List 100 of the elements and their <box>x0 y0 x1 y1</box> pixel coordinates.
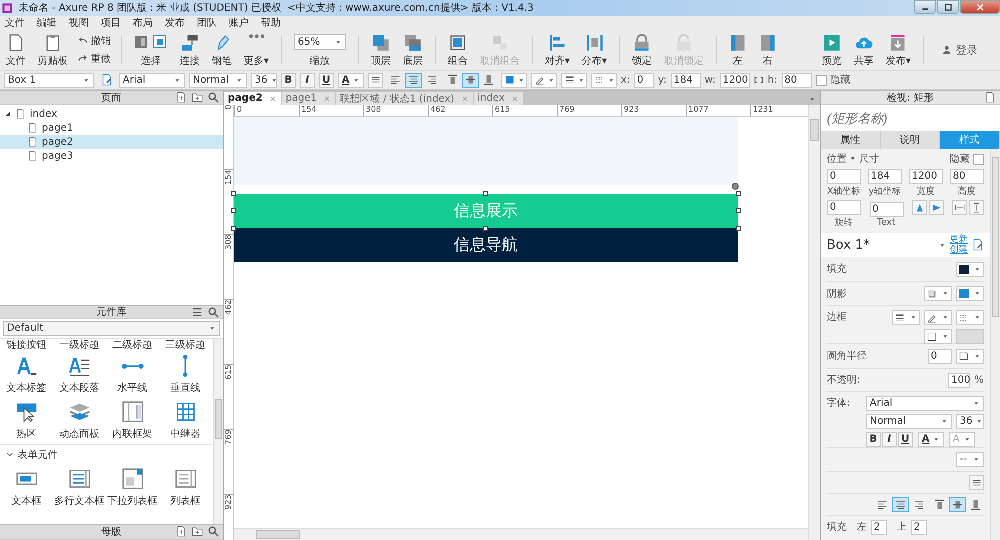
text-style-button[interactable]: U <box>319 72 334 88</box>
style-link[interactable]: 创建 <box>950 245 968 255</box>
position-field[interactable]: 184 <box>868 169 902 184</box>
bullets-button[interactable] <box>969 475 984 490</box>
border-color-button[interactable] <box>924 310 952 325</box>
document-tab[interactable]: page1 <box>282 92 336 105</box>
menu-item[interactable]: 布局 <box>132 16 154 30</box>
padding-field[interactable]: 2 <box>871 520 887 534</box>
resize-handle[interactable] <box>736 226 741 231</box>
page-tree-item[interactable]: page1 <box>0 121 223 135</box>
fill-color-button[interactable] <box>501 72 527 88</box>
widget-item[interactable]: 内联框架 <box>106 401 159 441</box>
add-page-button[interactable] <box>176 526 187 537</box>
position-field[interactable]: 1200 <box>909 169 943 184</box>
add-page-button[interactable] <box>176 92 187 103</box>
scrollbar[interactable] <box>990 149 1000 540</box>
widget-item[interactable]: 多行文本框 <box>53 468 106 508</box>
style-link[interactable]: 更新 <box>950 235 968 245</box>
library-dropdown[interactable]: Default <box>3 321 220 336</box>
opacity-field[interactable]: 100 <box>948 372 970 388</box>
corner-button[interactable] <box>956 348 984 364</box>
maximize-button[interactable] <box>937 0 959 14</box>
resize-handle[interactable] <box>483 226 488 231</box>
widget-item[interactable]: 水平线 <box>106 355 159 395</box>
menu-item[interactable]: 编辑 <box>36 16 58 30</box>
section-header[interactable]: 表单元件 <box>0 444 212 465</box>
toolbar-button[interactable]: 撤销 <box>78 34 111 48</box>
widget-item[interactable]: 文本框 <box>0 468 53 508</box>
widget-item[interactable]: 列表框 <box>159 468 212 508</box>
shadow-button[interactable] <box>924 286 952 301</box>
font-weight-dropdown[interactable]: Normal <box>866 414 952 429</box>
position-field[interactable]: 80 <box>950 169 984 184</box>
scrollbar[interactable] <box>234 528 808 540</box>
add-folder-button[interactable] <box>192 526 203 537</box>
toolbar-button[interactable]: 锁定 <box>630 32 654 68</box>
border-style-button[interactable] <box>956 310 984 325</box>
font-dropdown[interactable]: Arial <box>866 396 984 411</box>
search-button[interactable] <box>208 92 219 103</box>
hidden-checkbox[interactable] <box>816 74 827 86</box>
text-align-button[interactable] <box>892 497 909 512</box>
bullets-button[interactable] <box>368 72 383 88</box>
toolbar-button[interactable]: 发布▾ <box>884 32 913 68</box>
text-style-button[interactable]: U <box>898 432 913 447</box>
text-style-button[interactable]: I <box>882 432 897 447</box>
widget-item[interactable]: 热区 <box>0 401 53 441</box>
widget-item[interactable]: 文本标签 <box>0 355 53 395</box>
widget-item[interactable]: 垂直线 <box>159 355 212 395</box>
font-size-dropdown[interactable]: 36 <box>251 72 277 88</box>
toolbar-button[interactable]: 钢笔 <box>210 32 234 68</box>
font-weight-dropdown[interactable]: Normal <box>189 72 247 88</box>
menu-item[interactable]: 文件 <box>4 16 26 30</box>
fit-width-button[interactable] <box>952 200 967 215</box>
toolbar-button[interactable]: 连接 <box>178 32 202 68</box>
toolbar-button[interactable]: 左 <box>727 32 750 68</box>
text-style-button[interactable]: B <box>866 432 881 447</box>
border-sides-button[interactable] <box>924 329 952 344</box>
search-button[interactable] <box>208 526 219 537</box>
toolbar-button[interactable]: 顶层 <box>369 32 394 68</box>
document-tab[interactable]: 联想区域 / 状态1 (index) <box>336 92 473 105</box>
rotation-field[interactable]: 0 <box>827 200 861 215</box>
border-width-button[interactable] <box>892 310 920 325</box>
toolbar-button[interactable]: 剪贴板 <box>36 32 70 68</box>
scrollbar[interactable] <box>808 105 820 540</box>
toolbar-button[interactable]: 共享 <box>852 32 876 68</box>
flip-horizontal-button[interactable] <box>929 200 944 215</box>
coordinate-field[interactable]: 0 <box>634 72 654 88</box>
widget-name-dropdown[interactable]: Box 1 <box>4 72 94 88</box>
toolbar-button[interactable]: 文件 <box>4 32 28 68</box>
menu-item[interactable]: 项目 <box>100 16 122 30</box>
widget-item[interactable]: 动态面板 <box>53 401 106 441</box>
rotation-field[interactable]: 0 <box>870 202 904 216</box>
document-tab[interactable]: page2 <box>224 92 281 105</box>
widget-item[interactable]: 文本段落 <box>53 355 106 395</box>
widget-item[interactable]: 中继器 <box>159 401 212 441</box>
coordinate-field[interactable]: 1200 <box>720 72 750 88</box>
resize-handle[interactable] <box>231 208 236 213</box>
page-tree-item[interactable]: page2 <box>0 135 223 149</box>
coordinate-field[interactable]: 184 <box>670 72 701 88</box>
search-button[interactable] <box>208 307 219 318</box>
toolbar-button[interactable]: 预览 <box>820 32 844 68</box>
toolbar-button[interactable]: 重做 <box>78 52 111 66</box>
scrollbar[interactable] <box>213 339 223 524</box>
widget-name-field[interactable]: (矩形名称) <box>821 105 1000 131</box>
minimize-button[interactable] <box>914 0 936 14</box>
text-style-button[interactable]: I <box>300 72 315 88</box>
toolbar-button[interactable]: 分布▾ <box>580 32 610 68</box>
resize-handle[interactable] <box>231 191 236 196</box>
padding-field[interactable]: 2 <box>911 520 927 534</box>
border-color-button[interactable] <box>531 72 557 88</box>
fill-color-button[interactable] <box>956 262 984 276</box>
login-button[interactable]: 登录 <box>934 42 996 58</box>
text-align-button[interactable] <box>405 72 422 88</box>
add-folder-button[interactable] <box>192 92 203 103</box>
font-dropdown[interactable]: Arial <box>119 72 185 88</box>
vertical-align-button[interactable] <box>949 497 966 512</box>
resize-handle[interactable] <box>736 191 741 196</box>
fit-height-button[interactable] <box>969 200 984 215</box>
menu-item[interactable]: 账户 <box>228 16 250 30</box>
line-spacing-dropdown[interactable]: -- <box>956 452 984 467</box>
document-tab[interactable]: index <box>474 92 523 105</box>
